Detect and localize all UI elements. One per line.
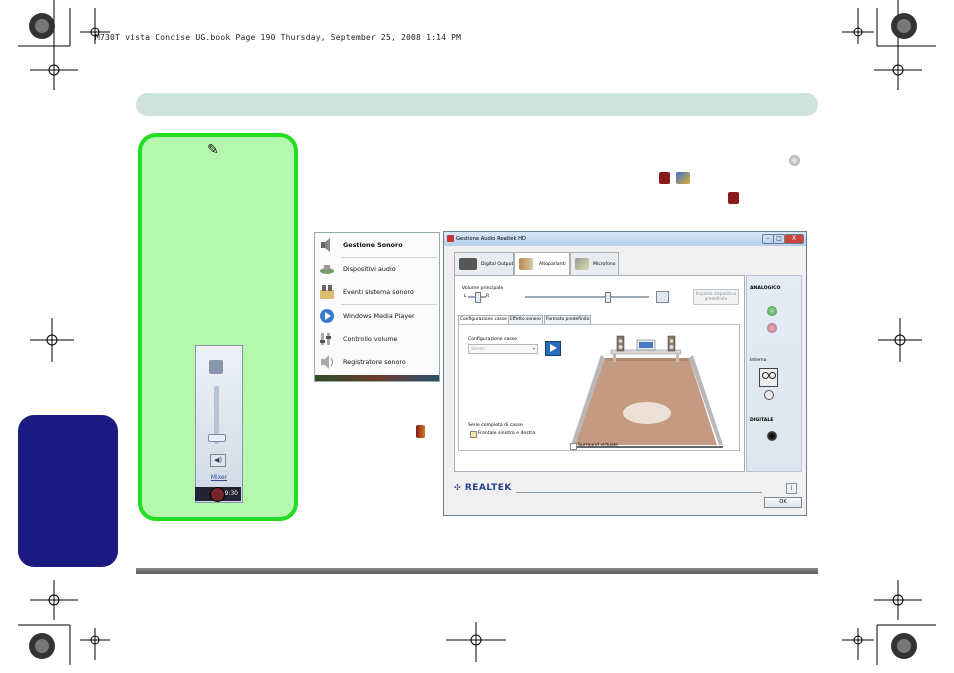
realtek-tray-icon (676, 172, 690, 184)
pink-jack-icon[interactable] (767, 323, 777, 333)
realtek-logo: ✣ REALTEK (454, 483, 512, 493)
disc-icon (789, 155, 800, 166)
set-default-device-button[interactable]: Imposta dispositivo predefinito (693, 289, 739, 305)
app-icon (447, 235, 454, 242)
speaker-config-panel: Configurazione casse Stereo ▾ Serie comp… (458, 324, 740, 451)
microphone-icon (575, 258, 589, 270)
pen-icon: ✎ (207, 142, 219, 158)
tray-volume-icon[interactable] (210, 487, 225, 502)
top-band (136, 93, 818, 116)
taskbar-tray: 9:30 (195, 487, 241, 502)
window-titlebar: Gestione Audio Realtek HD – □ X (444, 232, 806, 246)
menu-item-gestione-sonoro[interactable]: Gestione Sonoro (315, 234, 439, 256)
tab-label: Digital Output (481, 262, 514, 267)
front-lr-checkbox[interactable] (470, 431, 477, 438)
digital-label: DIGITALE (750, 418, 774, 423)
master-volume-knob[interactable] (605, 292, 611, 303)
analog-label: ANALOGICO (750, 286, 781, 291)
tab-microfono[interactable]: Microfono (570, 252, 619, 276)
speaker-config-select[interactable]: Stereo ▾ (468, 344, 538, 354)
side-tab (18, 415, 118, 567)
speaker-icon (659, 172, 670, 184)
taskbar-strip (315, 375, 439, 381)
realtek-logo-text: REALTEK (464, 483, 512, 493)
menu-item-windows-media-player[interactable]: Windows Media Player (315, 305, 439, 327)
select-value: Stereo (471, 346, 485, 351)
speaker-icon (321, 238, 330, 252)
window-title: Gestione Audio Realtek HD (456, 236, 527, 242)
digital-output-icon (459, 258, 477, 270)
tray-clock: 9:30 (224, 490, 238, 497)
menu-item-label: Windows Media Player (343, 312, 415, 320)
logo-divider (516, 492, 762, 493)
play-test-button[interactable] (545, 341, 561, 356)
tab-label: Altoparlanti (539, 262, 566, 267)
menu-item-label: Registratore sonoro (343, 358, 406, 366)
full-range-label: Serie completa di casse (468, 423, 523, 428)
tab-label: Microfono (593, 262, 616, 267)
menu-item-registratore-sonoro[interactable]: Registratore sonoro (315, 351, 439, 373)
balance-left-label: L (464, 294, 467, 299)
tab-digital-output[interactable]: Digital Output (454, 252, 514, 276)
bottom-rule (136, 568, 818, 574)
volume-mixer-popup: ◀) Mixer (195, 345, 243, 503)
system-sounds-icon (320, 285, 334, 299)
tab-altoparlanti[interactable]: Altoparlanti (514, 252, 570, 276)
audio-devices-icon (320, 265, 334, 274)
sound-context-menu: Gestione Sonoro Dispositivi audio Eventi… (314, 232, 440, 382)
menu-item-eventi-sistema-sonoro[interactable]: Eventi sistema sonoro (315, 281, 439, 303)
config-label: Configurazione casse (468, 337, 518, 342)
speaker-icon (728, 192, 739, 204)
info-button[interactable]: i (786, 483, 797, 494)
internal-microphone-icon[interactable] (764, 390, 774, 400)
realtek-audio-manager-window: Gestione Audio Realtek HD – □ X Digital … (443, 231, 807, 516)
front-lr-label: Frontale sinistra e destra (478, 431, 536, 436)
speakers-panel: Volume principale L R Imposta dispositiv… (454, 275, 745, 472)
sound-recorder-icon (321, 355, 333, 369)
ok-button[interactable]: OK (764, 497, 802, 508)
room-illustration (571, 335, 723, 448)
mixer-link[interactable]: Mixer (196, 474, 242, 481)
internal-speakers-icon[interactable] (759, 368, 778, 387)
mute-speaker-icon[interactable] (656, 291, 669, 303)
book-header-line: M730T vista Concise UG.book Page 190 Thu… (95, 33, 462, 42)
menu-item-label: Dispositivi audio (343, 265, 396, 273)
volume-control-icon (320, 333, 331, 345)
surround-checkbox[interactable] (570, 443, 577, 450)
media-player-icon (320, 309, 334, 323)
balance-right-label: R (486, 294, 490, 299)
volume-slider-knob[interactable] (208, 434, 226, 442)
mute-button[interactable]: ◀) (210, 454, 226, 467)
realtek-speaker-icon (416, 425, 425, 438)
speaker-icon (209, 360, 223, 374)
menu-item-dispositivi-audio[interactable]: Dispositivi audio (315, 258, 439, 280)
internal-label: Interno (750, 358, 767, 363)
menu-item-controllo-volume[interactable]: Controllo volume (315, 328, 439, 350)
volume-label: Volume principale (462, 286, 504, 291)
menu-item-label: Controllo volume (343, 335, 398, 343)
realtek-crab-icon: ✣ (454, 483, 462, 492)
menu-item-label: Gestione Sonoro (343, 241, 403, 249)
balance-slider-knob[interactable] (475, 292, 481, 303)
green-jack-icon[interactable] (767, 306, 777, 316)
surround-label: Surround virtuale (578, 443, 618, 448)
chevron-down-icon: ▾ (532, 346, 535, 351)
menu-item-label: Eventi sistema sonoro (343, 288, 414, 296)
master-volume-slider[interactable] (525, 296, 649, 298)
connector-panel: ANALOGICO Interno DIGITALE (746, 275, 802, 472)
close-button[interactable]: X (784, 234, 804, 244)
digital-jack-icon[interactable] (767, 431, 777, 441)
speakers-icon (519, 258, 533, 270)
